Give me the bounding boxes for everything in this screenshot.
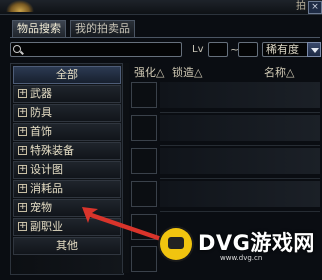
expand-plus-icon[interactable]: +	[18, 108, 27, 117]
level-min-input[interactable]	[208, 42, 228, 57]
search-input[interactable]	[10, 42, 182, 57]
column-header-lock[interactable]: 锁造△	[172, 64, 202, 80]
row-divider	[160, 178, 320, 179]
tab-my-auctions[interactable]: 我的拍卖品	[70, 20, 135, 37]
result-row[interactable]	[160, 115, 320, 141]
results-header: 强化△ 锁造△ 名称△	[130, 64, 320, 80]
category-label: 全部	[56, 68, 78, 81]
tab-divider	[10, 37, 320, 38]
chevron-down-icon[interactable]	[307, 42, 321, 57]
level-max-input[interactable]	[238, 42, 258, 57]
expand-plus-icon[interactable]: +	[18, 203, 27, 212]
window-titlebar: 拍 ×	[0, 0, 322, 15]
result-row[interactable]	[160, 82, 320, 108]
category-label: 副职业	[30, 220, 63, 233]
category-label: 设计图	[30, 163, 63, 176]
column-header-name[interactable]: 名称△	[264, 64, 294, 80]
category-label: 特殊装备	[30, 144, 74, 157]
category-label: 宠物	[30, 201, 52, 214]
expand-plus-icon[interactable]: +	[18, 89, 27, 98]
watermark-url: www.dvg.cn	[220, 254, 263, 262]
result-row[interactable]	[160, 181, 320, 207]
tab-item-search[interactable]: 物品搜索	[12, 20, 66, 37]
category-item-special-equipment[interactable]: + 特殊装备	[13, 142, 121, 160]
expand-plus-icon[interactable]: +	[18, 165, 27, 174]
category-item-consumables[interactable]: + 消耗品	[13, 180, 121, 198]
category-label: 防具	[30, 106, 52, 119]
row-divider	[160, 112, 320, 113]
category-item-weapons[interactable]: + 武器	[13, 85, 121, 103]
annotation-arrow-icon	[82, 207, 168, 243]
lamp-ornament-icon	[6, 0, 34, 12]
item-slot[interactable]	[131, 246, 157, 272]
row-divider	[160, 145, 320, 146]
close-button[interactable]: ×	[308, 1, 322, 14]
category-label: 其他	[56, 239, 78, 252]
item-slot[interactable]	[131, 115, 157, 141]
category-label: 武器	[30, 87, 52, 100]
category-label: 首饰	[30, 125, 52, 138]
expand-plus-icon[interactable]: +	[18, 222, 27, 231]
result-row[interactable]	[160, 148, 320, 174]
expand-plus-icon[interactable]: +	[18, 146, 27, 155]
item-slot[interactable]	[131, 181, 157, 207]
item-slot[interactable]	[131, 82, 157, 108]
expand-plus-icon[interactable]: +	[18, 184, 27, 193]
row-divider	[160, 211, 320, 212]
category-item-armor[interactable]: + 防具	[13, 104, 121, 122]
category-item-blueprints[interactable]: + 设计图	[13, 161, 121, 179]
expand-plus-icon[interactable]: +	[18, 127, 27, 136]
column-header-enhance[interactable]: 强化△	[134, 64, 164, 80]
category-item-jewelry[interactable]: + 首饰	[13, 123, 121, 141]
watermark-brand: DVG游戏网	[198, 231, 315, 255]
level-label: Lv	[192, 44, 204, 55]
category-item-all[interactable]: 全部	[13, 66, 121, 84]
search-icon	[13, 45, 21, 53]
window-title: 拍	[296, 1, 306, 12]
category-label: 消耗品	[30, 182, 63, 195]
item-slot[interactable]	[131, 148, 157, 174]
watermark: DVG游戏网 www.dvg.cn	[160, 225, 320, 265]
gamepad-logo-icon	[160, 228, 192, 260]
